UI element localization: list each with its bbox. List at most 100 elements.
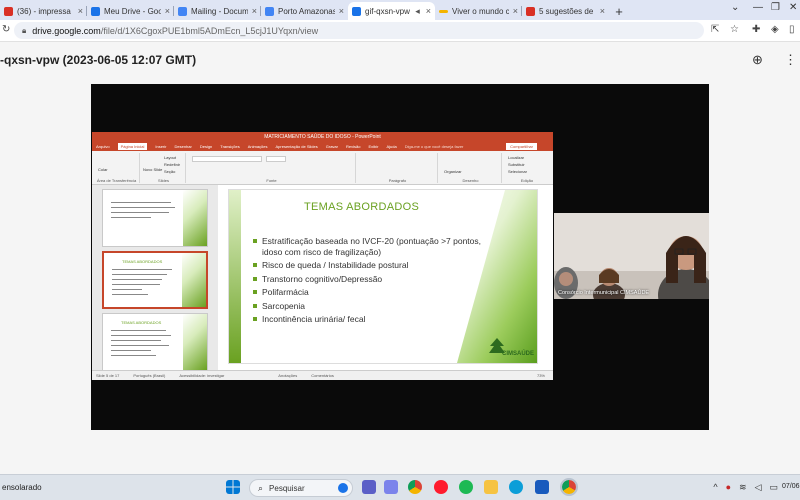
- close-icon[interactable]: ×: [426, 6, 431, 16]
- audio-icon: ◂: [415, 5, 420, 16]
- powerpoint-window: MATRICIAMENTO SAÚDE DO IDOSO - PowerPoin…: [92, 132, 553, 380]
- extensions-icon[interactable]: ✚: [752, 24, 760, 35]
- new-slide-button: Novo Slide: [143, 167, 163, 172]
- replace-button: Substituir: [508, 162, 525, 167]
- open-in-app-icon[interactable]: ⇱: [711, 24, 719, 35]
- ribbon-group-font: Fonte: [188, 153, 356, 183]
- tab-gif-qxsn-vpw[interactable]: gif-qxsn-vpw (20◂×: [348, 2, 435, 20]
- slide-bullet: Risco de queda / Instabilidade postural: [253, 260, 493, 271]
- ribbon-group-drawing: Organizar Desenho: [440, 153, 502, 183]
- drive-preview-header: -qxsn-vpw (2023-06-05 12:07 GMT) ⊕ ⋮: [0, 42, 800, 80]
- tab-mailing[interactable]: Mailing - Documento×: [174, 2, 261, 20]
- ppt-menu-animacoes: Animações: [247, 144, 268, 149]
- webcam-participants: [554, 213, 709, 299]
- close-icon[interactable]: ×: [600, 6, 605, 16]
- select-button: Selecionar: [508, 169, 527, 174]
- battery-icon[interactable]: ▭: [769, 482, 778, 493]
- close-icon[interactable]: ×: [78, 6, 83, 16]
- close-icon[interactable]: ×: [513, 6, 518, 16]
- search-icon: ⌕: [258, 482, 264, 493]
- windows-taskbar: ensolarado ⌕ Pesquisar ^ ● ≋ ◁ ▭ 07/06: [0, 474, 800, 500]
- slide-bullet-list: Estratificação baseada no IVCF-20 (pontu…: [253, 236, 493, 328]
- tab-sugestoes[interactable]: 5 sugestões de resga×: [522, 2, 609, 20]
- close-window-icon[interactable]: ✕: [789, 2, 797, 13]
- ppt-menu-gravar: Gravar: [325, 144, 338, 149]
- url-path: /file/d/1X6CgoxPUE1bml5ADmEcn_L5cjJ1UYqx…: [100, 25, 319, 36]
- taskbar-search[interactable]: ⌕ Pesquisar: [249, 479, 353, 497]
- ppt-menu-inserir: Inserir: [155, 144, 167, 149]
- notes-toggle: Anotações: [278, 373, 298, 378]
- ppt-share-button: Compartilhar: [506, 143, 537, 150]
- ppt-menu-bar: Arquivo Página Inicial Inserir Desenhar …: [92, 142, 553, 151]
- section-button: Seção: [164, 169, 176, 174]
- paste-button: Colar: [98, 167, 108, 172]
- close-icon[interactable]: ×: [339, 6, 344, 16]
- ribbon-group-slides: Novo Slide Layout Redefinir Seção Slides: [142, 153, 186, 183]
- bookmark-star-icon[interactable]: ☆: [730, 24, 739, 35]
- comments-toggle: Comentários: [311, 373, 334, 378]
- ppt-menu-desenhar: Desenhar: [174, 144, 192, 149]
- webcam-label: Consórcio Intermunicipal CIMSAÚDE: [558, 290, 650, 296]
- tab-meu-drive[interactable]: Meu Drive - Google D×: [87, 2, 174, 20]
- file-explorer-icon[interactable]: [484, 480, 498, 494]
- ppt-menu-arquivo: Arquivo: [96, 144, 110, 149]
- ribbon-group-paragraph: Parágrafo: [358, 153, 438, 183]
- word-icon[interactable]: [535, 480, 549, 494]
- edge-icon[interactable]: [509, 480, 523, 494]
- network-status-icon[interactable]: ●: [726, 482, 731, 493]
- youtube-icon: [4, 6, 13, 16]
- close-icon[interactable]: ×: [252, 6, 257, 16]
- new-tab-button[interactable]: +: [609, 2, 629, 20]
- more-options-icon[interactable]: ⋮: [784, 52, 797, 68]
- tab-porto-amazonas[interactable]: Porto Amazonas Linh×: [261, 2, 348, 20]
- ppt-menu-exibir: Exibir: [368, 144, 379, 149]
- ppt-window-title: MATRICIAMENTO SAÚDE DO IDOSO - PowerPoin…: [92, 132, 553, 142]
- chevron-up-icon[interactable]: ^: [713, 482, 717, 493]
- reload-icon[interactable]: ↻: [2, 24, 10, 35]
- windows-start-icon[interactable]: [226, 480, 240, 494]
- spotify-icon[interactable]: [459, 480, 473, 494]
- slide-canvas: TEMAS ABORDADOS Estratificação baseada n…: [228, 189, 538, 364]
- ppt-menu-transicoes: Transições: [220, 144, 240, 149]
- google-docs-icon: [178, 6, 187, 16]
- tab-impressa[interactable]: (36) - impressa ×: [0, 2, 87, 20]
- google-docs-icon: [265, 6, 274, 16]
- slide-bullet: Estratificação baseada no IVCF-20 (pontu…: [253, 236, 493, 257]
- website-icon: [439, 9, 448, 13]
- url-host: drive.google.com: [32, 25, 101, 36]
- weather-widget[interactable]: ensolarado: [2, 483, 42, 492]
- video-player[interactable]: MATRICIAMENTO SAÚDE DO IDOSO - PowerPoin…: [91, 84, 709, 430]
- close-icon[interactable]: ×: [165, 6, 170, 16]
- ppt-menu-revisao: Revisão: [345, 144, 361, 149]
- add-shortcut-icon[interactable]: ⊕: [752, 52, 763, 68]
- tab-search-icon[interactable]: ⌄: [731, 2, 739, 13]
- wifi-icon[interactable]: ≋: [739, 482, 747, 493]
- chrome-icon[interactable]: [408, 480, 422, 494]
- slide-bullet: Transtorno cognitivo/Depressão: [253, 274, 493, 285]
- ppt-menu-apresentacao: Apresentação de Slides: [275, 144, 318, 149]
- file-title: -qxsn-vpw (2023-06-05 12:07 GMT): [0, 53, 197, 67]
- chrome-active-icon[interactable]: [560, 478, 578, 496]
- ribbon-group-editing: Localizar Substituir Selecionar Edição: [508, 155, 534, 183]
- maximize-icon[interactable]: ❐: [771, 2, 780, 13]
- language-status: Português (Brasil): [133, 373, 166, 378]
- address-bar[interactable]: 🔒︎ drive.google.com/file/d/1X6CgoxPUE1bm…: [14, 22, 704, 39]
- webcam-feed: Consórcio Intermunicipal CIMSAÚDE: [554, 213, 709, 299]
- volume-icon[interactable]: ◁: [755, 482, 762, 493]
- lock-icon[interactable]: 🔒︎: [22, 26, 26, 36]
- tab-viver-o-mundo[interactable]: Viver o mundo come×: [435, 2, 522, 20]
- minimize-icon[interactable]: —: [753, 2, 763, 13]
- side-panel-icon[interactable]: ▯: [789, 24, 795, 35]
- extension-icon[interactable]: ◈: [771, 24, 779, 35]
- task-view-icon[interactable]: [362, 480, 376, 494]
- ribbon-group-clipboard: Colar Área de Transferência: [94, 153, 140, 183]
- cimsaude-logo: CIMSAÚDE: [488, 337, 534, 359]
- teams-icon[interactable]: [384, 480, 398, 494]
- slide-bullet: Sarcopenia: [253, 301, 493, 312]
- reset-button: Redefinir: [164, 162, 181, 167]
- slide-thumbnail: [102, 189, 208, 247]
- taskbar-clock[interactable]: 07/06: [782, 483, 800, 490]
- opera-icon[interactable]: [434, 480, 448, 494]
- ppt-status-bar: Slide 5 de 17 Português (Brasil) Acessib…: [92, 370, 553, 380]
- ppt-menu-pagina-inicial: Página Inicial: [117, 143, 148, 150]
